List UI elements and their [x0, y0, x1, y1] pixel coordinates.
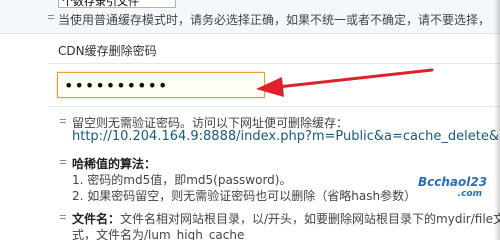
cache-mode-row: 个数存录引文件 当使用普通缓存模式时，请务必选择正确，如果不统一或者不确定，请不… — [0, 0, 500, 34]
filename-text: 文件名相对网站根目录，以/开头，如要删除网站根目录下的mydir/file文 — [120, 212, 500, 226]
filename-note: 文件名：文件名相对网站根目录，以/开头，如要删除网站根目录下的mydir/fil… — [72, 210, 500, 227]
watermark-domain: .com — [457, 189, 482, 199]
hash-algorithm-item: 2. 如果密码留空，则无需验证密码也可以删除（省略hash参数） — [72, 189, 417, 203]
note-icon — [58, 157, 68, 168]
cache-mode-warning: 当使用普通缓存模式时，请务必选择正确，如果不统一或者不确定，请不要选择， — [58, 13, 491, 27]
hash-algorithm-title: 哈稀值的算法： — [72, 157, 157, 171]
divider — [48, 106, 500, 107]
filename-note-cont: 式，文件名为/lum_high_cache — [72, 228, 245, 240]
cache-mode-select[interactable]: 个数存录引文件 — [58, 0, 176, 8]
site-watermark: Bcchaol23 .com — [418, 176, 498, 206]
hash-algorithm-item: 1. 密码的md5值，即md5(password)。 — [72, 173, 292, 187]
cdn-password-label: CDN缓存删除密码 — [58, 44, 157, 58]
cache-delete-url[interactable]: http://10.204.164.9:8888/index.php?m=Pub… — [72, 129, 500, 144]
filename-label: 文件名： — [72, 212, 121, 226]
watermark-text: Bcchaol23 — [418, 175, 488, 189]
red-arrow-annotation — [256, 68, 434, 97]
settings-panel: 个数存录引文件 当使用普通缓存模式时，请务必选择正确，如果不统一或者不确定，请不… — [0, 0, 500, 240]
divider — [48, 63, 500, 64]
cdn-password-input[interactable] — [57, 72, 265, 98]
note-icon — [46, 12, 56, 23]
arrow-shaft — [276, 68, 434, 89]
arrow-head — [256, 77, 284, 97]
note-icon — [58, 116, 68, 127]
note-icon — [58, 212, 68, 223]
